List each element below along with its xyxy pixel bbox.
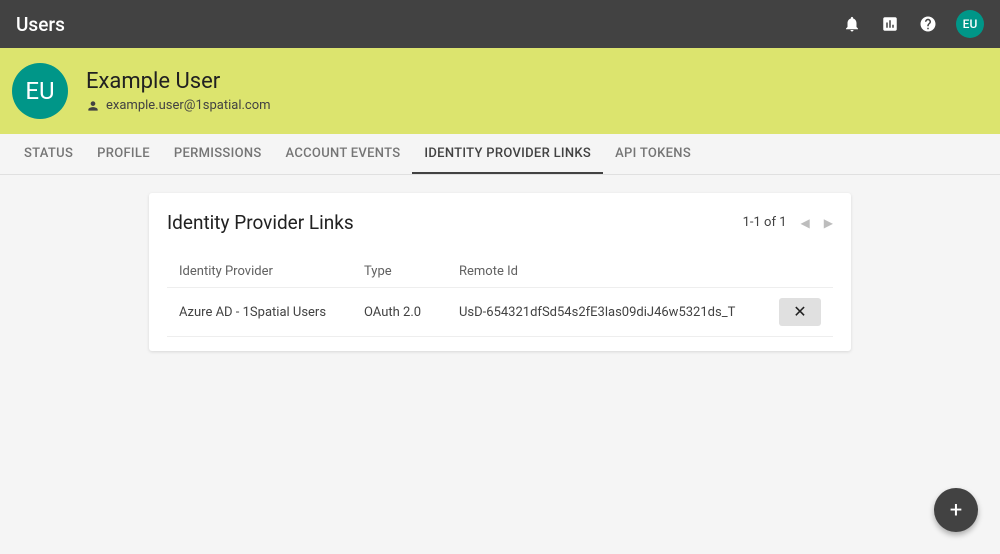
tab-identity-provider-links[interactable]: IDENTITY PROVIDER LINKS	[412, 134, 603, 174]
user-email-row: example.user@1spatial.com	[86, 98, 271, 113]
table-row: Azure AD - 1Spatial UsersOAuth 2.0UsD-65…	[167, 287, 833, 337]
idp-table: Identity Provider Type Remote Id Azure A…	[167, 256, 833, 337]
cell-type: OAuth 2.0	[364, 305, 459, 320]
cell-provider: Azure AD - 1Spatial Users	[179, 305, 364, 320]
user-header: EU Example User example.user@1spatial.co…	[0, 48, 1000, 134]
pager-prev-icon[interactable]: ◀	[801, 216, 810, 230]
topbar-actions: EU	[842, 10, 984, 38]
current-user-avatar[interactable]: EU	[956, 10, 984, 38]
tab-permissions[interactable]: PERMISSIONS	[162, 134, 274, 174]
card-title: Identity Provider Links	[167, 211, 354, 234]
pager-text: 1-1 of 1	[743, 215, 787, 230]
notifications-icon[interactable]	[842, 14, 862, 34]
delete-link-button[interactable]: ✕	[779, 298, 821, 326]
tab-account-events[interactable]: ACCOUNT EVENTS	[274, 134, 413, 174]
add-button[interactable]: +	[934, 488, 978, 532]
card-header: Identity Provider Links 1-1 of 1 ◀ ▶	[167, 211, 833, 234]
col-header-provider: Identity Provider	[179, 264, 364, 279]
identity-provider-links-card: Identity Provider Links 1-1 of 1 ◀ ▶ Ide…	[149, 193, 851, 351]
col-header-remote: Remote Id	[459, 264, 771, 279]
tab-status[interactable]: STATUS	[12, 134, 85, 174]
pager: 1-1 of 1 ◀ ▶	[743, 215, 833, 230]
page-title: Users	[16, 13, 842, 36]
tab-profile[interactable]: PROFILE	[85, 134, 162, 174]
user-email: example.user@1spatial.com	[106, 98, 271, 113]
cell-remote: UsD-654321dfSd54s2fE3las09diJ46w5321ds_T	[459, 305, 771, 320]
pager-next-icon[interactable]: ▶	[824, 216, 833, 230]
reports-icon[interactable]	[880, 14, 900, 34]
tab-api-tokens[interactable]: API TOKENS	[603, 134, 703, 174]
user-info: Example User example.user@1spatial.com	[86, 69, 271, 113]
close-icon: ✕	[793, 302, 806, 322]
user-name: Example User	[86, 69, 271, 94]
help-icon[interactable]	[918, 14, 938, 34]
tab-bar: STATUSPROFILEPERMISSIONSACCOUNT EVENTSID…	[0, 134, 1000, 175]
person-icon	[86, 99, 100, 113]
table-header: Identity Provider Type Remote Id	[167, 256, 833, 287]
topbar: Users EU	[0, 0, 1000, 48]
col-header-type: Type	[364, 264, 459, 279]
cell-action: ✕	[771, 298, 821, 326]
user-avatar: EU	[12, 63, 68, 119]
